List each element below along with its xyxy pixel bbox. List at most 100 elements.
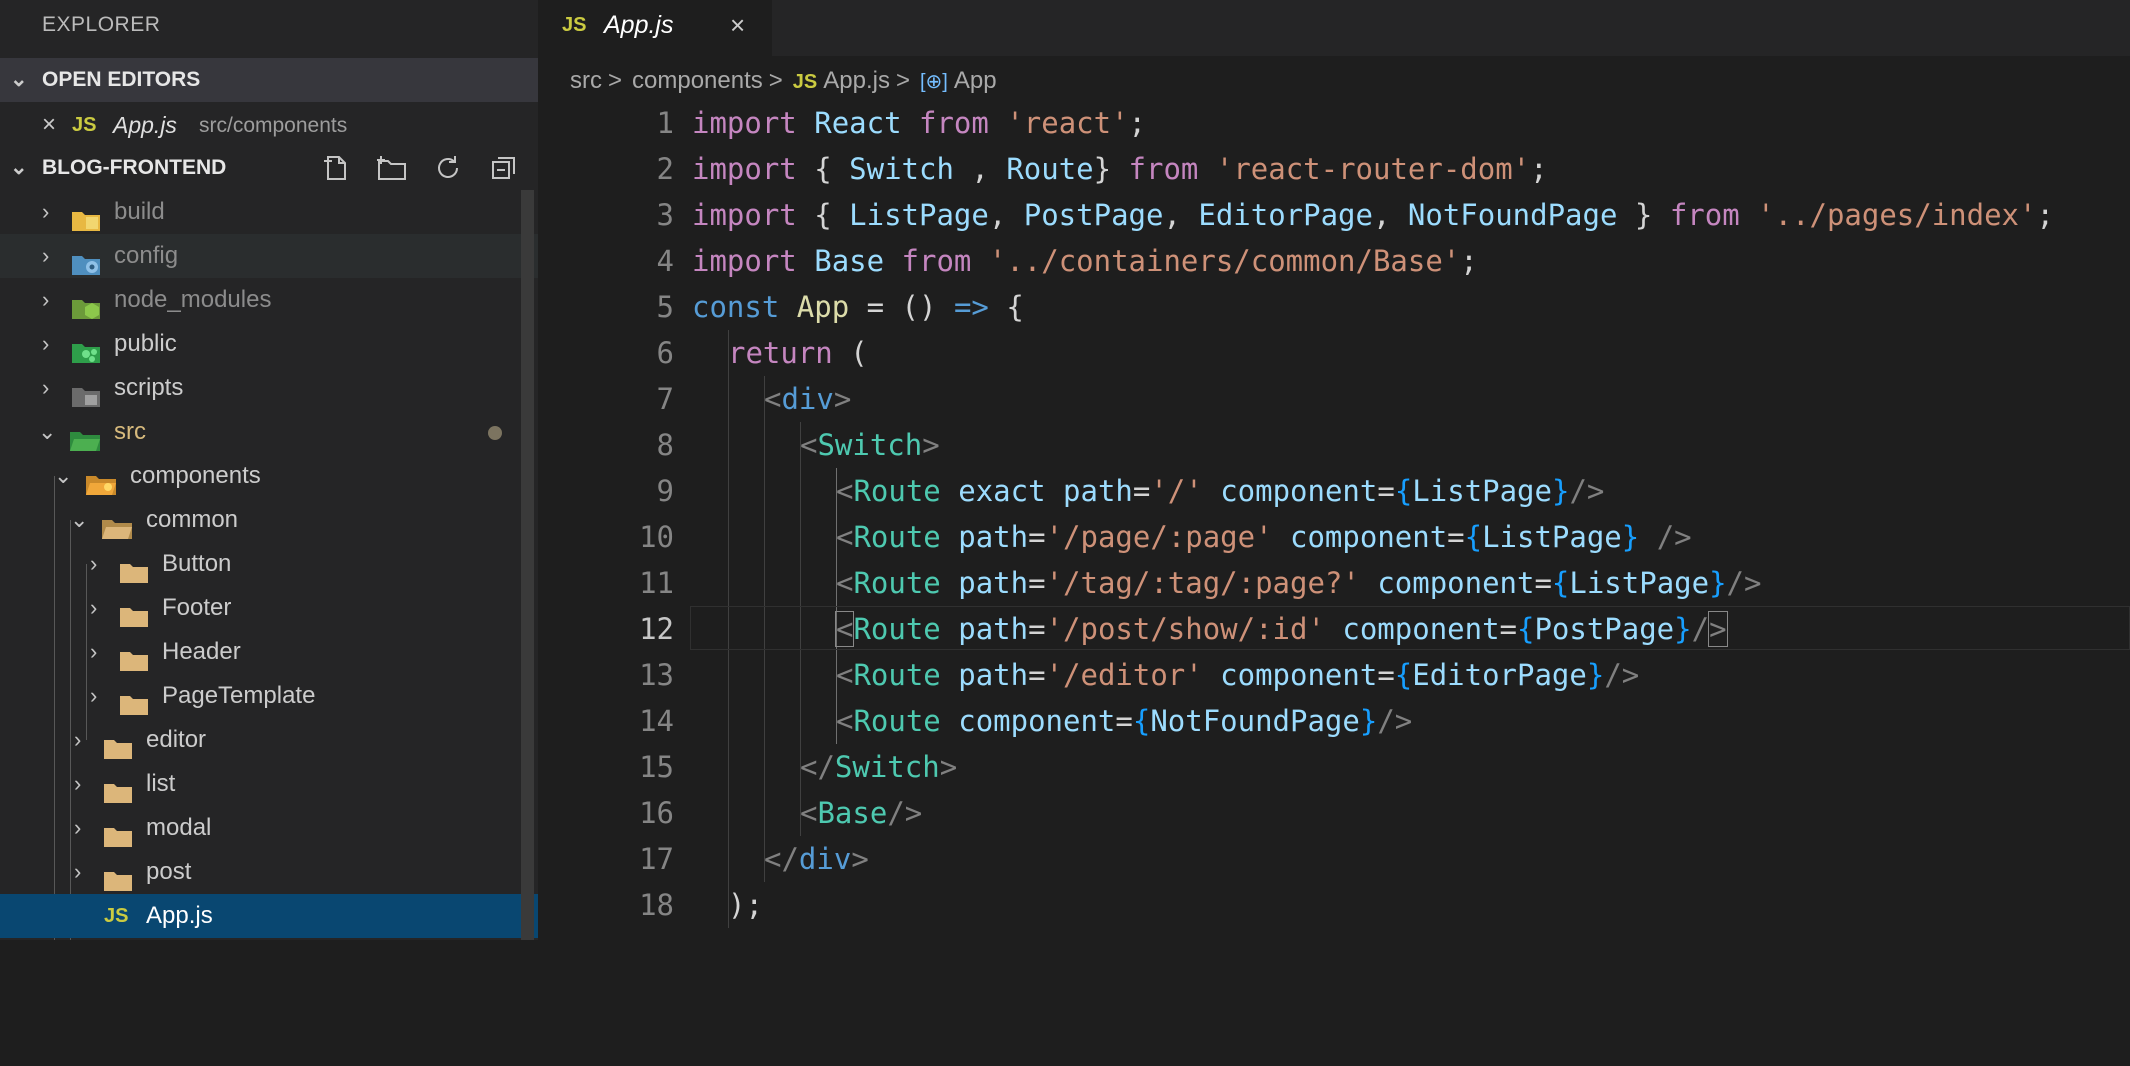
sidebar-scrollbar[interactable]: [521, 190, 534, 940]
close-icon[interactable]: ×: [42, 104, 56, 146]
chevron-right-icon: >: [895, 67, 910, 94]
close-icon[interactable]: ×: [730, 0, 745, 50]
code-text: <Route component={NotFoundPage}/>: [836, 704, 1413, 738]
line-number: 18: [639, 888, 674, 922]
line-number: 17: [639, 842, 674, 876]
project-header[interactable]: ⌄ BLOG-FRONTEND: [0, 146, 538, 190]
tree-item-pagetemplate[interactable]: › PageTemplate: [0, 674, 538, 718]
tree-item-editor[interactable]: › editor: [0, 718, 538, 762]
line-number: 12: [639, 612, 674, 646]
tab-label: App.js: [604, 11, 674, 39]
open-editor-item-app-js[interactable]: × JS App.js src/components: [0, 104, 538, 146]
tree-item-node-modules[interactable]: › node_modules: [0, 278, 538, 322]
chevron-right-icon: ›: [90, 683, 98, 708]
tree-item-label: modal: [146, 814, 212, 841]
folder-icon: [120, 554, 148, 583]
code-line: 7 <div>: [538, 376, 2130, 422]
tree-item-header[interactable]: › Header: [0, 630, 538, 674]
code-text: </div>: [764, 842, 869, 876]
line-number: 3: [656, 198, 674, 232]
code-text: <Route exact path='/' component={ListPag…: [836, 474, 1605, 508]
tree-item-button[interactable]: › Button: [0, 542, 538, 586]
chevron-right-icon: ›: [42, 375, 50, 400]
folder-config-icon: [72, 246, 100, 275]
chevron-right-icon: ›: [90, 595, 98, 620]
javascript-file-icon: JS: [72, 114, 97, 136]
line-number: 7: [656, 382, 674, 416]
code-line: 8 <Switch>: [538, 422, 2130, 468]
chevron-right-icon: ›: [42, 287, 50, 312]
refresh-icon[interactable]: [428, 148, 468, 188]
folder-icon: [120, 686, 148, 715]
new-file-icon[interactable]: [316, 148, 356, 188]
chevron-right-icon: ›: [90, 551, 98, 576]
code-line-current: 12 <Route path='/post/show/:id' componen…: [538, 606, 2130, 652]
code-line: 4 import Base from '../containers/common…: [538, 238, 2130, 284]
code-text: import Base from '../containers/common/B…: [692, 244, 1478, 278]
tree-item-common[interactable]: ⌄ common: [0, 498, 538, 542]
folder-public-icon: [72, 334, 100, 363]
tree-item-scripts[interactable]: › scripts: [0, 366, 538, 410]
folder-scripts-icon: [72, 378, 100, 407]
code-text: import { Switch , Route} from 'react-rou…: [692, 152, 1548, 186]
tree-item-modal[interactable]: › modal: [0, 806, 538, 850]
tree-item-label: PageTemplate: [162, 682, 316, 709]
tree-item-footer[interactable]: › Footer: [0, 586, 538, 630]
tree-item-label: config: [114, 242, 179, 269]
tree-item-list[interactable]: › list: [0, 762, 538, 806]
tree-item-components[interactable]: ⌄ components: [0, 454, 538, 498]
folder-open-icon: [102, 510, 132, 539]
code-text: <Switch>: [800, 428, 940, 462]
code-line: 2 import { Switch , Route} from 'react-r…: [538, 146, 2130, 192]
breadcrumb-item[interactable]: components: [632, 67, 763, 94]
line-number: 5: [656, 290, 674, 324]
tree-item-app-js[interactable]: JS App.js: [0, 894, 538, 938]
chevron-right-icon: ›: [42, 199, 50, 224]
breadcrumb-symbol[interactable]: App: [954, 67, 997, 94]
chevron-down-icon: ⌄: [10, 156, 28, 179]
breadcrumb-item[interactable]: src: [570, 67, 602, 94]
tree-item-config[interactable]: › config: [0, 234, 538, 278]
javascript-file-icon: JS: [792, 71, 818, 93]
folder-src-icon: [70, 422, 100, 451]
folder-icon: [104, 818, 132, 847]
code-line: 13 <Route path='/editor' component={Edit…: [538, 652, 2130, 698]
code-text: <div>: [764, 382, 852, 416]
tab-app-js[interactable]: JS App.js ×: [538, 0, 772, 56]
line-number: 9: [656, 474, 674, 508]
tree-item-public[interactable]: › public: [0, 322, 538, 366]
chevron-right-icon: ›: [42, 331, 50, 356]
explorer-title: EXPLORER: [42, 13, 161, 36]
folder-icon: [120, 642, 148, 671]
code-text: return (: [728, 336, 868, 370]
code-line: 3 import { ListPage, PostPage, EditorPag…: [538, 192, 2130, 238]
code-text: <Route path='/editor' component={EditorP…: [836, 658, 1640, 692]
tree-item-label: public: [114, 330, 177, 357]
chevron-right-icon: ›: [90, 639, 98, 664]
tree-item-label: scripts: [114, 374, 184, 401]
folder-build-icon: [72, 202, 100, 231]
code-line: 11 <Route path='/tag/:tag/:page?' compon…: [538, 560, 2130, 606]
tree-item-build[interactable]: › build: [0, 190, 538, 234]
chevron-right-icon: ›: [74, 815, 82, 840]
code-line: 17 </div>: [538, 836, 2130, 882]
code-text: import { ListPage, PostPage, EditorPage,…: [692, 198, 2054, 232]
tree-item-post[interactable]: › post: [0, 850, 538, 894]
symbol-variable-icon: [⊕]: [919, 71, 948, 93]
open-editors-header[interactable]: ⌄ OPEN EDITORS: [0, 58, 538, 102]
breadcrumb-file[interactable]: App.js: [823, 67, 890, 94]
tree-item-label: list: [146, 770, 176, 797]
open-editor-filename: App.js: [113, 112, 177, 138]
tree-item-src[interactable]: ⌄ src: [0, 410, 538, 454]
line-number: 13: [639, 658, 674, 692]
collapse-all-icon[interactable]: [484, 148, 524, 188]
code-line: 18 );: [538, 882, 2130, 928]
line-number: 10: [639, 520, 674, 554]
code-text: <Route path='/page/:page' component={Lis…: [836, 520, 1692, 554]
code-line: 14 <Route component={NotFoundPage}/>: [538, 698, 2130, 744]
code-line: 9 <Route exact path='/' component={ListP…: [538, 468, 2130, 514]
folder-icon: [104, 774, 132, 803]
code-text: <Base/>: [800, 796, 923, 830]
code-editor[interactable]: 1 import React from 'react'; 2 import { …: [538, 100, 2130, 940]
new-folder-icon[interactable]: [372, 148, 412, 188]
